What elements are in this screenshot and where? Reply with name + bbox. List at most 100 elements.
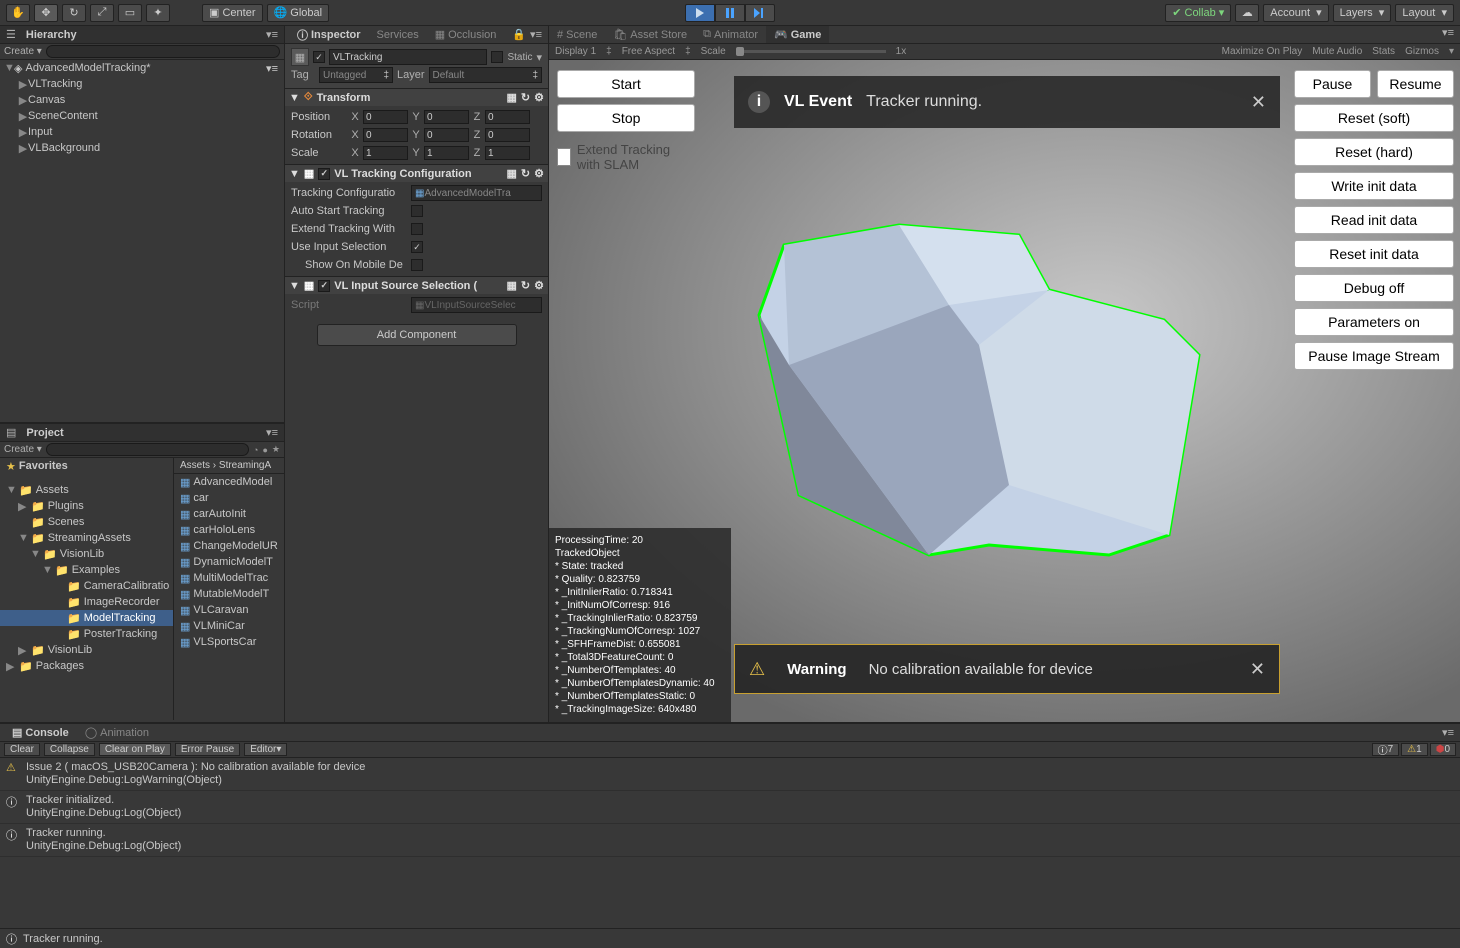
cloud-button[interactable]: ☁ [1235, 4, 1259, 22]
scale-tool-button[interactable]: ⤢ [90, 4, 114, 22]
extend-tracking-checkbox[interactable] [411, 223, 423, 235]
scale-slider[interactable] [736, 50, 886, 53]
project-file-item[interactable]: ▦ChangeModelUR [174, 538, 284, 554]
project-create-dropdown[interactable]: Create ▾ [4, 444, 42, 455]
mute-toggle[interactable]: Mute Audio [1312, 46, 1362, 57]
console-log-entry[interactable]: ⓘTracker initialized.UnityEngine.Debug:L… [0, 791, 1460, 824]
close-icon[interactable]: ✕ [1251, 92, 1266, 113]
panel-menu-icon[interactable]: ▾≡ [1442, 726, 1454, 739]
services-tab[interactable]: Services [371, 26, 425, 44]
filter-icon[interactable]: ◔ [253, 445, 258, 455]
component-enabled-checkbox[interactable] [318, 280, 330, 292]
pause-stream-button[interactable]: Pause Image Stream [1294, 342, 1454, 370]
play-button[interactable] [685, 4, 715, 22]
auto-start-checkbox[interactable] [411, 205, 423, 217]
console-log-entry[interactable]: ⓘTracker running.UnityEngine.Debug:Log(O… [0, 824, 1460, 857]
account-dropdown[interactable]: Account ▾ [1263, 4, 1328, 22]
project-tree-item[interactable]: ▶📁VisionLib [0, 642, 173, 658]
project-file-list[interactable]: Assets › StreamingA ▦AdvancedModel▦car▦c… [174, 458, 284, 720]
panel-menu-icon[interactable]: ▾≡ [266, 28, 278, 41]
gear-icon[interactable]: ⚙ [534, 167, 544, 180]
project-file-item[interactable]: ▦MultiModelTrac [174, 570, 284, 586]
rotate-tool-button[interactable]: ↻ [62, 4, 86, 22]
rotation-y-input[interactable] [424, 128, 469, 142]
project-file-item[interactable]: ▦VLSportsCar [174, 634, 284, 650]
console-log-list[interactable]: ⚠Issue 2 ( macOS_USB20Camera ): No calib… [0, 758, 1460, 908]
show-mobile-checkbox[interactable] [411, 259, 423, 271]
display-dropdown[interactable]: Display 1 [555, 46, 596, 57]
error-filter-toggle[interactable]: ⬢0 [1430, 743, 1456, 756]
animation-tab[interactable]: ◯Animation [79, 724, 155, 742]
gameobject-name-input[interactable] [329, 49, 487, 65]
breadcrumb-item[interactable]: StreamingA [219, 460, 271, 471]
scale-y-input[interactable] [424, 146, 469, 160]
static-dropdown-icon[interactable]: ▾ [536, 51, 542, 64]
hierarchy-item[interactable]: ▶Input [0, 124, 284, 140]
help-icon[interactable]: ▦ [507, 167, 517, 180]
game-tab[interactable]: 🎮Game [766, 26, 829, 43]
position-y-input[interactable] [424, 110, 469, 124]
animator-tab[interactable]: ⧉Animator [695, 26, 766, 43]
editor-dropdown[interactable]: Editor ▾ [244, 743, 287, 756]
handle-toggle-button[interactable]: 🌐 Global [267, 4, 330, 22]
lock-icon[interactable]: 🔒 [512, 28, 526, 41]
panel-menu-icon[interactable]: ▾≡ [1436, 26, 1460, 43]
project-file-item[interactable]: ▦DynamicModelT [174, 554, 284, 570]
reset-hard-button[interactable]: Reset (hard) [1294, 138, 1454, 166]
extend-slam-checkbox[interactable] [557, 148, 571, 166]
gear-icon[interactable]: ⚙ [534, 279, 544, 292]
gizmos-dropdown[interactable]: Gizmos [1405, 46, 1439, 57]
project-tree-item[interactable]: ▼📁Examples [0, 562, 173, 578]
project-tree-item[interactable]: ▼📁VisionLib [0, 546, 173, 562]
help-icon[interactable]: ▦ [507, 91, 517, 104]
reset-icon[interactable]: ↻ [521, 167, 530, 180]
project-tree-item[interactable]: 📁ModelTracking [0, 610, 173, 626]
console-log-entry[interactable]: ⚠Issue 2 ( macOS_USB20Camera ): No calib… [0, 758, 1460, 791]
static-checkbox[interactable] [491, 51, 503, 63]
stats-toggle[interactable]: Stats [1372, 46, 1395, 57]
hierarchy-tab[interactable]: Hierarchy [20, 26, 83, 44]
read-init-button[interactable]: Read init data [1294, 206, 1454, 234]
filter-icon[interactable]: ★ [272, 444, 280, 455]
pause-tracking-button[interactable]: Pause [1294, 70, 1371, 98]
project-file-item[interactable]: ▦car [174, 490, 284, 506]
project-file-item[interactable]: ▦carHoloLens [174, 522, 284, 538]
rect-tool-button[interactable]: ▭ [118, 4, 142, 22]
console-tab[interactable]: ▤Console [6, 724, 75, 742]
project-tree-item[interactable]: ▶📁Plugins [0, 498, 173, 514]
hierarchy-list[interactable]: ▼◈ AdvancedModelTracking*▾≡ ▶VLTracking … [0, 60, 284, 422]
vlinput-component-header[interactable]: ▼▦VL Input Source Selection (▦↻⚙ [285, 276, 548, 294]
layout-dropdown[interactable]: Layout ▾ [1395, 4, 1454, 22]
project-tree-item[interactable]: 📁ImageRecorder [0, 594, 173, 610]
pivot-toggle-button[interactable]: ▣ Center [202, 4, 263, 22]
maximize-toggle[interactable]: Maximize On Play [1222, 46, 1303, 57]
input-selection-checkbox[interactable] [411, 241, 423, 253]
scene-tab[interactable]: #Scene [549, 26, 605, 43]
help-icon[interactable]: ▦ [507, 279, 517, 292]
scale-x-input[interactable] [363, 146, 408, 160]
project-file-item[interactable]: ▦VLCaravan [174, 602, 284, 618]
debug-toggle-button[interactable]: Debug off [1294, 274, 1454, 302]
project-tab[interactable]: Project [20, 424, 69, 442]
project-tree-item[interactable]: 📁PosterTracking [0, 626, 173, 642]
project-search-input[interactable] [46, 443, 249, 456]
gear-icon[interactable]: ⚙ [534, 91, 544, 104]
position-z-input[interactable] [485, 110, 530, 124]
collab-dropdown[interactable]: ✔ Collab ▾ [1165, 4, 1231, 22]
step-button[interactable] [745, 4, 775, 22]
hierarchy-item[interactable]: ▶VLTracking [0, 76, 284, 92]
reset-icon[interactable]: ↻ [521, 91, 530, 104]
hierarchy-item[interactable]: ▶Canvas [0, 92, 284, 108]
project-tree-item[interactable]: 📁Scenes [0, 514, 173, 530]
hierarchy-item[interactable]: ▶SceneContent [0, 108, 284, 124]
clear-button[interactable]: Clear [4, 743, 40, 756]
rotation-z-input[interactable] [485, 128, 530, 142]
favorites-row[interactable]: ★Favorites [0, 458, 173, 474]
scale-z-input[interactable] [485, 146, 530, 160]
close-icon[interactable]: ✕ [1250, 659, 1265, 680]
resume-tracking-button[interactable]: Resume [1377, 70, 1454, 98]
project-tree[interactable]: ★Favorites ▼📁Assets▶📁Plugins📁Scenes▼📁Str… [0, 458, 174, 720]
start-tracking-button[interactable]: Start [557, 70, 695, 98]
pause-button[interactable] [715, 4, 745, 22]
add-component-button[interactable]: Add Component [317, 324, 517, 346]
